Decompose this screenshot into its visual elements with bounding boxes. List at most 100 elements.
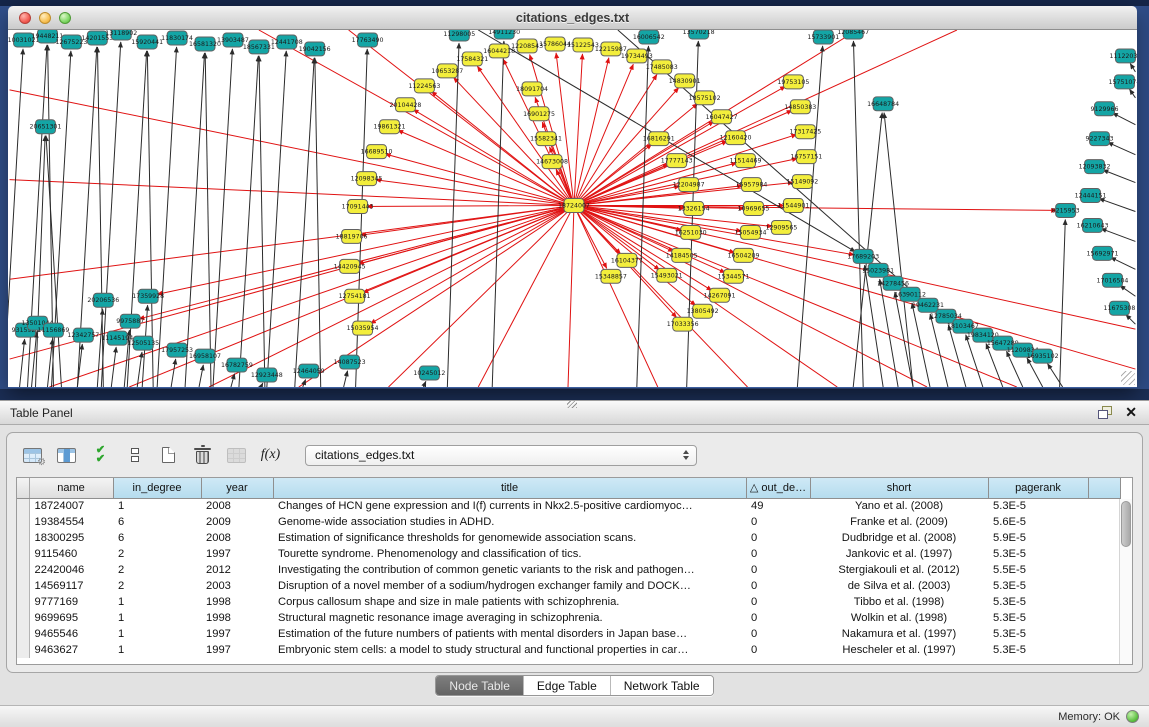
column-header-short[interactable]: short xyxy=(810,478,988,498)
table-cell[interactable]: 1 xyxy=(113,610,201,626)
table-cell[interactable]: 9777169 xyxy=(29,594,113,610)
network-node[interactable]: 11675308 xyxy=(1104,301,1136,315)
network-node[interactable]: 12909565 xyxy=(765,220,797,234)
table-cell[interactable]: Estimation of significance thresholds fo… xyxy=(273,530,746,546)
table-row[interactable]: 1456911722003Disruption of a novel membe… xyxy=(17,578,1121,594)
table-cell[interactable]: 6 xyxy=(113,530,201,546)
table-settings-button[interactable]: ⚙ xyxy=(19,442,46,468)
new-table-button[interactable] xyxy=(155,442,182,468)
network-node[interactable]: 15348857 xyxy=(595,269,627,283)
table-cell[interactable]: 1997 xyxy=(201,626,273,642)
network-node[interactable]: 15122543 xyxy=(567,38,599,52)
table-cell[interactable]: 1998 xyxy=(201,610,273,626)
network-node[interactable]: 13805492 xyxy=(687,304,719,318)
network-node[interactable]: 16210643 xyxy=(1077,218,1109,232)
table-cell[interactable]: 0 xyxy=(746,594,810,610)
table-row[interactable]: 946554611997Estimation of the future num… xyxy=(17,626,1121,642)
table-cell[interactable]: 5.3E-5 xyxy=(988,626,1088,642)
table-cell[interactable]: 18300295 xyxy=(29,530,113,546)
network-node[interactable]: 17359928 xyxy=(132,289,164,303)
network-node[interactable]: 17485083 xyxy=(646,60,678,74)
network-node[interactable]: 16816291 xyxy=(643,132,675,146)
table-cell[interactable]: Changes of HCN gene expression and I(f) … xyxy=(273,498,746,514)
table-cell[interactable]: 5.5E-5 xyxy=(988,562,1088,578)
table-row[interactable]: 1830029562008Estimation of significance … xyxy=(17,530,1121,546)
network-node[interactable]: 14673008 xyxy=(536,155,568,169)
network-node[interactable]: 12441708 xyxy=(271,35,303,49)
table-cell[interactable]: 5.3E-5 xyxy=(988,610,1088,626)
table-row[interactable]: 2242004622012Investigating the contribut… xyxy=(17,562,1121,578)
network-node[interactable]: 16782759 xyxy=(221,358,253,372)
table-cell[interactable]: 9115460 xyxy=(29,546,113,562)
network-node[interactable]: 14087523 xyxy=(334,355,366,369)
network-node[interactable]: 20206536 xyxy=(87,293,119,307)
table-cell[interactable]: Hescheler et al. (1997) xyxy=(810,642,988,658)
network-node[interactable]: 18575102 xyxy=(689,91,721,105)
minimize-window-button[interactable] xyxy=(39,12,51,24)
network-node[interactable]: 15733901 xyxy=(807,30,839,44)
close-panel-icon[interactable]: ✕ xyxy=(1125,405,1137,419)
network-node[interactable]: 13570218 xyxy=(683,30,715,39)
table-cell[interactable]: Jankovic et al. (1997) xyxy=(810,546,988,562)
network-node[interactable]: 16006542 xyxy=(633,30,665,44)
network-node[interactable]: 15920441 xyxy=(131,35,163,49)
network-node[interactable]: 10031021 xyxy=(8,33,39,47)
network-node[interactable]: 12444151 xyxy=(1075,189,1107,203)
network-node[interactable]: 19042156 xyxy=(299,42,331,56)
network-node[interactable]: 13903487 xyxy=(217,33,249,47)
network-node[interactable]: 16648784 xyxy=(867,97,899,111)
table-cell[interactable]: 0 xyxy=(746,562,810,578)
table-cell[interactable]: Investigating the contribution of common… xyxy=(273,562,746,578)
network-node[interactable]: 16044218 xyxy=(483,44,515,58)
table-cell[interactable]: Nakamura et al. (1997) xyxy=(810,626,988,642)
column-header-title[interactable]: title xyxy=(273,478,746,498)
network-node[interactable]: 20651301 xyxy=(30,120,62,134)
table-cell[interactable]: 1997 xyxy=(201,546,273,562)
network-node[interactable]: 11298005 xyxy=(443,30,475,41)
network-node[interactable]: 11224563 xyxy=(408,79,440,93)
window-titlebar[interactable]: citations_edges.txt xyxy=(8,6,1137,30)
table-cell[interactable]: 2 xyxy=(113,562,201,578)
table-scrollbar[interactable] xyxy=(1119,499,1132,664)
table-cell[interactable]: 5.9E-5 xyxy=(988,530,1088,546)
table-row[interactable]: 946362711997Embryonic stem cells: a mode… xyxy=(17,642,1121,658)
column-header-name[interactable]: name xyxy=(29,478,113,498)
table-cell[interactable]: Tourette syndrome. Phenomenology and cla… xyxy=(273,546,746,562)
table-cell[interactable]: 18724007 xyxy=(29,498,113,514)
network-node[interactable]: 15582341 xyxy=(530,132,562,146)
network-node[interactable]: 16689510 xyxy=(361,145,393,159)
network-node[interactable]: 12085467 xyxy=(837,30,869,39)
table-cell[interactable]: 1 xyxy=(113,594,201,610)
network-node[interactable]: 12505135 xyxy=(127,336,159,350)
table-cell[interactable]: 5.3E-5 xyxy=(988,546,1088,562)
network-node[interactable]: 12342757 xyxy=(67,328,99,342)
network-node[interactable]: 15054934 xyxy=(735,225,767,239)
table-cell[interactable]: 49 xyxy=(746,498,810,514)
table-cell[interactable]: Disruption of a novel member of a sodium… xyxy=(273,578,746,594)
float-panel-icon[interactable] xyxy=(1098,406,1112,419)
network-node[interactable]: 15751074 xyxy=(1109,75,1137,89)
close-window-button[interactable] xyxy=(19,12,31,24)
network-node[interactable]: 17689203 xyxy=(847,249,879,263)
table-cell[interactable]: 6 xyxy=(113,514,201,530)
network-node[interactable]: 15786044 xyxy=(539,37,571,51)
network-node[interactable]: 17957253 xyxy=(161,343,193,357)
table-cell[interactable]: 1 xyxy=(113,642,201,658)
table-cell[interactable]: 5.3E-5 xyxy=(988,578,1088,594)
table-cell[interactable]: Embryonic stem cells: a model to study s… xyxy=(273,642,746,658)
network-node[interactable]: 18091704 xyxy=(516,82,548,96)
panel-grip-icon[interactable] xyxy=(567,401,577,408)
network-view-window[interactable]: citations_edges.txt 18724007150359541275… xyxy=(8,6,1137,388)
table-cell[interactable]: 2 xyxy=(113,578,201,594)
network-node[interactable]: 15149092 xyxy=(786,175,818,189)
network-node[interactable]: 12204987 xyxy=(673,178,705,192)
table-cell[interactable]: 2012 xyxy=(201,562,273,578)
network-node[interactable]: 9975887 xyxy=(116,314,144,328)
table-cell[interactable]: 1 xyxy=(113,626,201,642)
network-node[interactable]: 8215953 xyxy=(1052,204,1080,218)
table-cell[interactable]: Corpus callosum shape and size in male p… xyxy=(273,594,746,610)
table-cell[interactable]: 9463627 xyxy=(29,642,113,658)
network-node[interactable]: 17016504 xyxy=(1097,273,1129,287)
network-node[interactable]: 12215987 xyxy=(595,42,627,56)
table-cell[interactable]: 5.3E-5 xyxy=(988,498,1088,514)
